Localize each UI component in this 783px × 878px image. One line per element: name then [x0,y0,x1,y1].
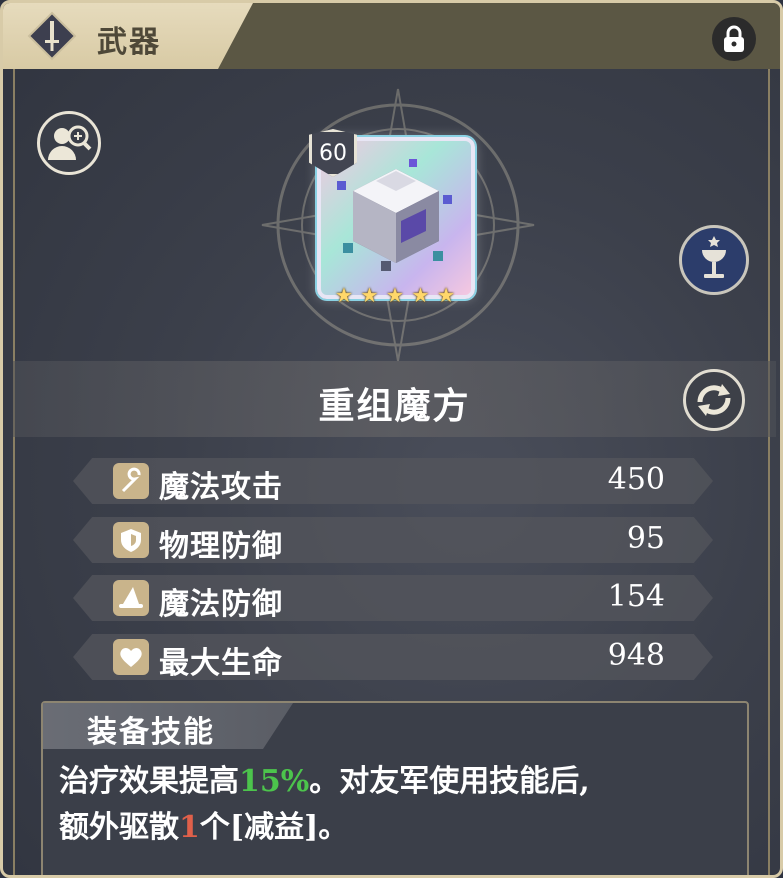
stat-label: 魔法攻击 [159,470,283,505]
weapon-name: 重组魔方 [318,385,471,427]
skill-value-highlight: 15% [239,764,310,799]
lock-button[interactable] [712,17,756,61]
stat-value: 95 [626,521,665,556]
weapon-panel: 武器 60 ★ ★ ★ ★ ★ 重组魔方 魔法攻击 450 物理防御 95 魔法… [0,0,783,878]
view-character-button[interactable] [37,111,101,175]
character-search-icon [48,125,92,160]
skill-count-highlight: 1 [179,810,200,845]
skill-text: 。对友军使用技能后, [309,764,590,799]
sword-icon [27,11,77,61]
skill-text: 治疗效果提高 [59,764,239,799]
heart-icon [113,639,149,675]
skill-text: 个[减益]。 [199,810,349,845]
stat-value: 450 [607,462,665,497]
star-icon: ★ [386,283,404,307]
magic-cube-icon [337,159,452,271]
skill-title: 装备技能 [87,715,215,750]
grail-button[interactable] [679,225,749,295]
lock-icon [724,25,744,52]
witch-hat-icon [113,580,149,616]
swap-icon [697,384,731,416]
grail-icon [702,236,726,278]
stat-value: 948 [607,638,665,673]
stat-label: 物理防御 [159,529,283,564]
star-icon: ★ [360,283,379,307]
staff-icon [113,463,149,499]
star-icon: ★ [335,283,353,307]
star-icon: ★ [437,283,455,307]
header-title: 武器 [97,25,161,60]
rarity-stars: ★ ★ ★ ★ ★ [335,283,455,307]
swap-button[interactable] [683,369,745,431]
skill-description: 治疗效果提高15%。对友军使用技能后, 额外驱散1个[减益]。 [59,759,739,851]
skill-text: 额外驱散 [59,810,179,845]
stat-value: 154 [607,579,665,614]
star-icon: ★ [411,283,430,307]
shield-icon [113,522,149,558]
stat-label: 最大生命 [159,646,283,681]
stat-label: 魔法防御 [159,587,283,622]
